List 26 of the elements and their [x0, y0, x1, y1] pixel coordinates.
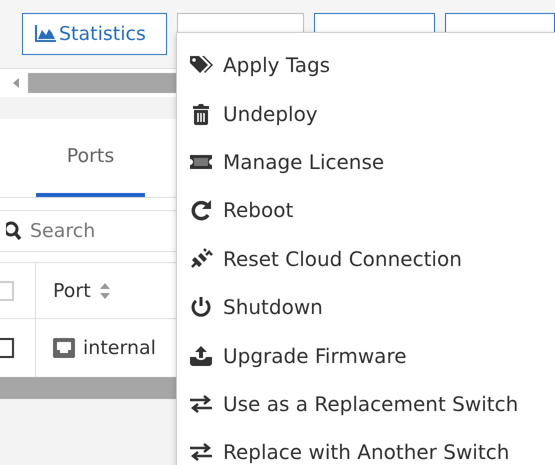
scroll-left-icon[interactable] — [12, 78, 20, 88]
area-chart-icon — [33, 24, 57, 44]
table-cell: internal — [83, 337, 156, 359]
checkbox[interactable] — [0, 338, 14, 358]
ethernet-port-icon — [53, 338, 75, 358]
menu-item[interactable]: Use as a Replacement Switch — [177, 380, 555, 428]
menu-item[interactable]: Apply Tags — [177, 41, 555, 90]
upload-icon — [189, 344, 213, 367]
search-icon — [6, 221, 22, 241]
menu-item[interactable]: Upgrade Firmware — [177, 331, 555, 380]
menu-item[interactable]: Undeploy — [177, 89, 555, 138]
ticket-icon — [189, 154, 213, 170]
swap-arrows-icon — [189, 442, 213, 462]
menu-item[interactable]: Reboot — [177, 186, 555, 235]
unplugged-icon — [189, 248, 213, 270]
swap-arrows-icon — [189, 394, 213, 414]
menu-item[interactable]: Manage License — [177, 138, 555, 186]
redo-icon — [189, 199, 213, 222]
power-icon — [189, 296, 213, 318]
toolbar-button[interactable]: Statistics — [22, 13, 167, 55]
menu-item[interactable]: Replace with Another Switch — [177, 428, 555, 465]
menu-item[interactable]: Reset Cloud Connection — [177, 234, 555, 283]
tag-icon — [189, 55, 213, 76]
search-field[interactable]: Search — [28, 219, 172, 243]
tab[interactable]: Ports — [36, 119, 145, 197]
menu-item[interactable]: Shutdown — [177, 282, 555, 332]
